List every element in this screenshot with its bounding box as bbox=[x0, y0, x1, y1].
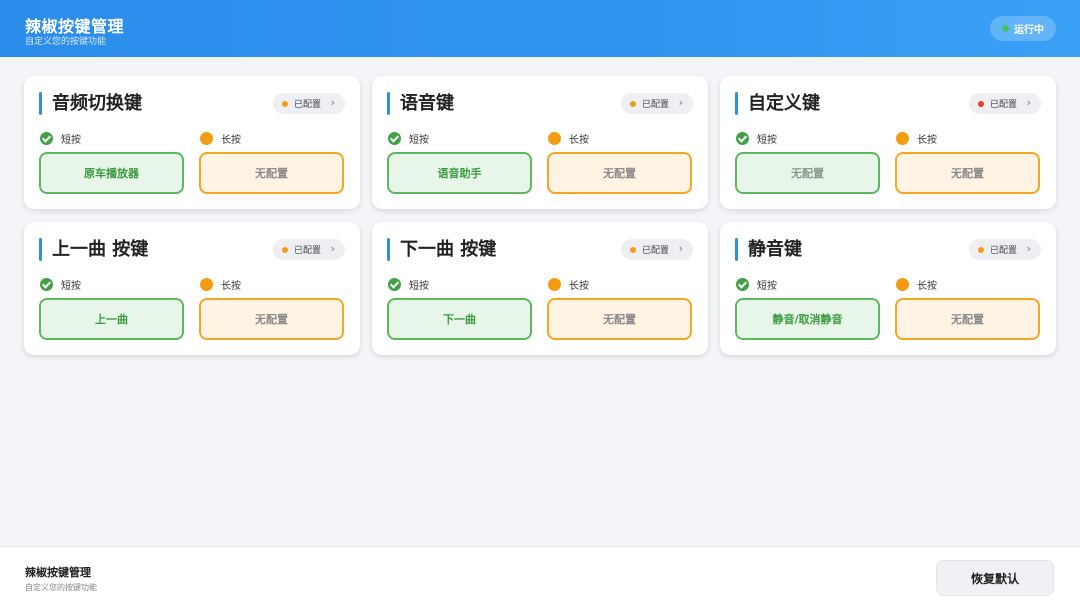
chevron-right-icon: › bbox=[1026, 242, 1031, 255]
card-title: 下一曲 按键 bbox=[400, 239, 497, 260]
card-accent-bar bbox=[387, 238, 390, 261]
config-dot-icon bbox=[978, 100, 984, 107]
long-press-label: 长按 bbox=[896, 277, 937, 292]
short-press-text: 短按 bbox=[61, 281, 81, 292]
short-press-text: 短按 bbox=[757, 281, 777, 292]
key-card-custom: 自定义键 已配置 › 短按 长按 无配置 无配置 bbox=[720, 76, 1056, 209]
short-press-label: 短按 bbox=[736, 131, 777, 146]
short-press-button[interactable]: 静音/取消静音 bbox=[735, 298, 880, 340]
short-press-button[interactable]: 上一曲 bbox=[39, 298, 184, 340]
long-press-text: 长按 bbox=[917, 281, 937, 292]
short-press-label: 短按 bbox=[40, 131, 81, 146]
long-press-button[interactable]: 无配置 bbox=[895, 152, 1040, 194]
short-press-button[interactable]: 下一曲 bbox=[387, 298, 532, 340]
card-accent-bar bbox=[39, 92, 42, 115]
chevron-right-icon: › bbox=[678, 96, 683, 109]
orange-dot-icon bbox=[896, 278, 909, 291]
card-title: 音频切换键 bbox=[52, 93, 142, 114]
key-card-voice: 语音键 已配置 › 短按 长按 语音助手 无配置 bbox=[372, 76, 708, 209]
config-dot-icon bbox=[630, 100, 636, 107]
orange-dot-icon bbox=[200, 278, 213, 291]
short-press-label: 短按 bbox=[388, 277, 429, 292]
long-press-text: 长按 bbox=[569, 281, 589, 292]
card-accent-bar bbox=[735, 238, 738, 261]
config-status-text: 已配置 bbox=[990, 100, 1018, 110]
check-circle-icon bbox=[388, 132, 401, 145]
short-press-text: 短按 bbox=[409, 135, 429, 146]
chevron-right-icon: › bbox=[678, 242, 683, 255]
config-status-badge[interactable]: 已配置 › bbox=[969, 239, 1041, 260]
footer-subtitle: 自定义您的按键功能 bbox=[25, 583, 97, 592]
short-press-button[interactable]: 无配置 bbox=[735, 152, 880, 194]
config-status-badge[interactable]: 已配置 › bbox=[273, 239, 345, 260]
long-press-button[interactable]: 无配置 bbox=[895, 298, 1040, 340]
config-status-badge[interactable]: 已配置 › bbox=[273, 93, 345, 114]
long-press-button[interactable]: 无配置 bbox=[199, 152, 344, 194]
config-status-text: 已配置 bbox=[294, 246, 322, 256]
long-press-button[interactable]: 无配置 bbox=[547, 152, 692, 194]
card-accent-bar bbox=[387, 92, 390, 115]
footer-title: 辣椒按键管理 bbox=[25, 566, 91, 579]
config-dot-icon bbox=[630, 246, 636, 253]
check-circle-icon bbox=[388, 278, 401, 291]
chevron-right-icon: › bbox=[330, 242, 335, 255]
status-text: 运行中 bbox=[1014, 25, 1044, 36]
long-press-label: 长按 bbox=[548, 131, 589, 146]
config-status-badge[interactable]: 已配置 › bbox=[621, 239, 693, 260]
check-circle-icon bbox=[736, 132, 749, 145]
config-dot-icon bbox=[978, 246, 984, 253]
key-card-next-track: 下一曲 按键 已配置 › 短按 长按 下一曲 无配置 bbox=[372, 222, 708, 355]
config-status-badge[interactable]: 已配置 › bbox=[969, 93, 1041, 114]
card-title: 上一曲 按键 bbox=[52, 239, 149, 260]
orange-dot-icon bbox=[896, 132, 909, 145]
long-press-label: 长按 bbox=[548, 277, 589, 292]
app-subtitle: 自定义您的按键功能 bbox=[25, 37, 107, 47]
orange-dot-icon bbox=[548, 278, 561, 291]
config-dot-icon bbox=[282, 100, 288, 107]
check-circle-icon bbox=[40, 278, 53, 291]
card-title: 静音键 bbox=[748, 239, 802, 260]
long-press-text: 长按 bbox=[221, 281, 241, 292]
reset-default-button[interactable]: 恢复默认 bbox=[936, 560, 1054, 596]
short-press-label: 短按 bbox=[40, 277, 81, 292]
key-card-audio-switch: 音频切换键 已配置 › 短按 长按 原车播放器 无配置 bbox=[24, 76, 360, 209]
app-header: 辣椒按键管理 自定义您的按键功能 运行中 bbox=[0, 0, 1080, 57]
config-dot-icon bbox=[282, 246, 288, 253]
footer-bar: 辣椒按键管理 自定义您的按键功能 恢复默认 bbox=[0, 546, 1080, 607]
card-title: 自定义键 bbox=[748, 93, 820, 114]
key-card-mute: 静音键 已配置 › 短按 长按 静音/取消静音 无配置 bbox=[720, 222, 1056, 355]
long-press-label: 长按 bbox=[896, 131, 937, 146]
long-press-button[interactable]: 无配置 bbox=[547, 298, 692, 340]
long-press-label: 长按 bbox=[200, 277, 241, 292]
config-status-badge[interactable]: 已配置 › bbox=[621, 93, 693, 114]
key-card-previous-track: 上一曲 按键 已配置 › 短按 长按 上一曲 无配置 bbox=[24, 222, 360, 355]
orange-dot-icon bbox=[548, 132, 561, 145]
chevron-right-icon: › bbox=[330, 96, 335, 109]
card-accent-bar bbox=[39, 238, 42, 261]
status-badge: 运行中 bbox=[990, 16, 1056, 41]
orange-dot-icon bbox=[200, 132, 213, 145]
short-press-button[interactable]: 原车播放器 bbox=[39, 152, 184, 194]
long-press-button[interactable]: 无配置 bbox=[199, 298, 344, 340]
long-press-text: 长按 bbox=[221, 135, 241, 146]
short-press-label: 短按 bbox=[388, 131, 429, 146]
card-title: 语音键 bbox=[400, 93, 454, 114]
config-status-text: 已配置 bbox=[642, 100, 670, 110]
long-press-text: 长按 bbox=[569, 135, 589, 146]
config-status-text: 已配置 bbox=[642, 246, 670, 256]
check-circle-icon bbox=[40, 132, 53, 145]
short-press-label: 短按 bbox=[736, 277, 777, 292]
short-press-text: 短按 bbox=[409, 281, 429, 292]
status-dot-icon bbox=[1002, 25, 1009, 32]
card-accent-bar bbox=[735, 92, 738, 115]
config-status-text: 已配置 bbox=[294, 100, 322, 110]
config-status-text: 已配置 bbox=[990, 246, 1018, 256]
check-circle-icon bbox=[736, 278, 749, 291]
long-press-text: 长按 bbox=[917, 135, 937, 146]
short-press-text: 短按 bbox=[757, 135, 777, 146]
chevron-right-icon: › bbox=[1026, 96, 1031, 109]
long-press-label: 长按 bbox=[200, 131, 241, 146]
short-press-text: 短按 bbox=[61, 135, 81, 146]
short-press-button[interactable]: 语音助手 bbox=[387, 152, 532, 194]
